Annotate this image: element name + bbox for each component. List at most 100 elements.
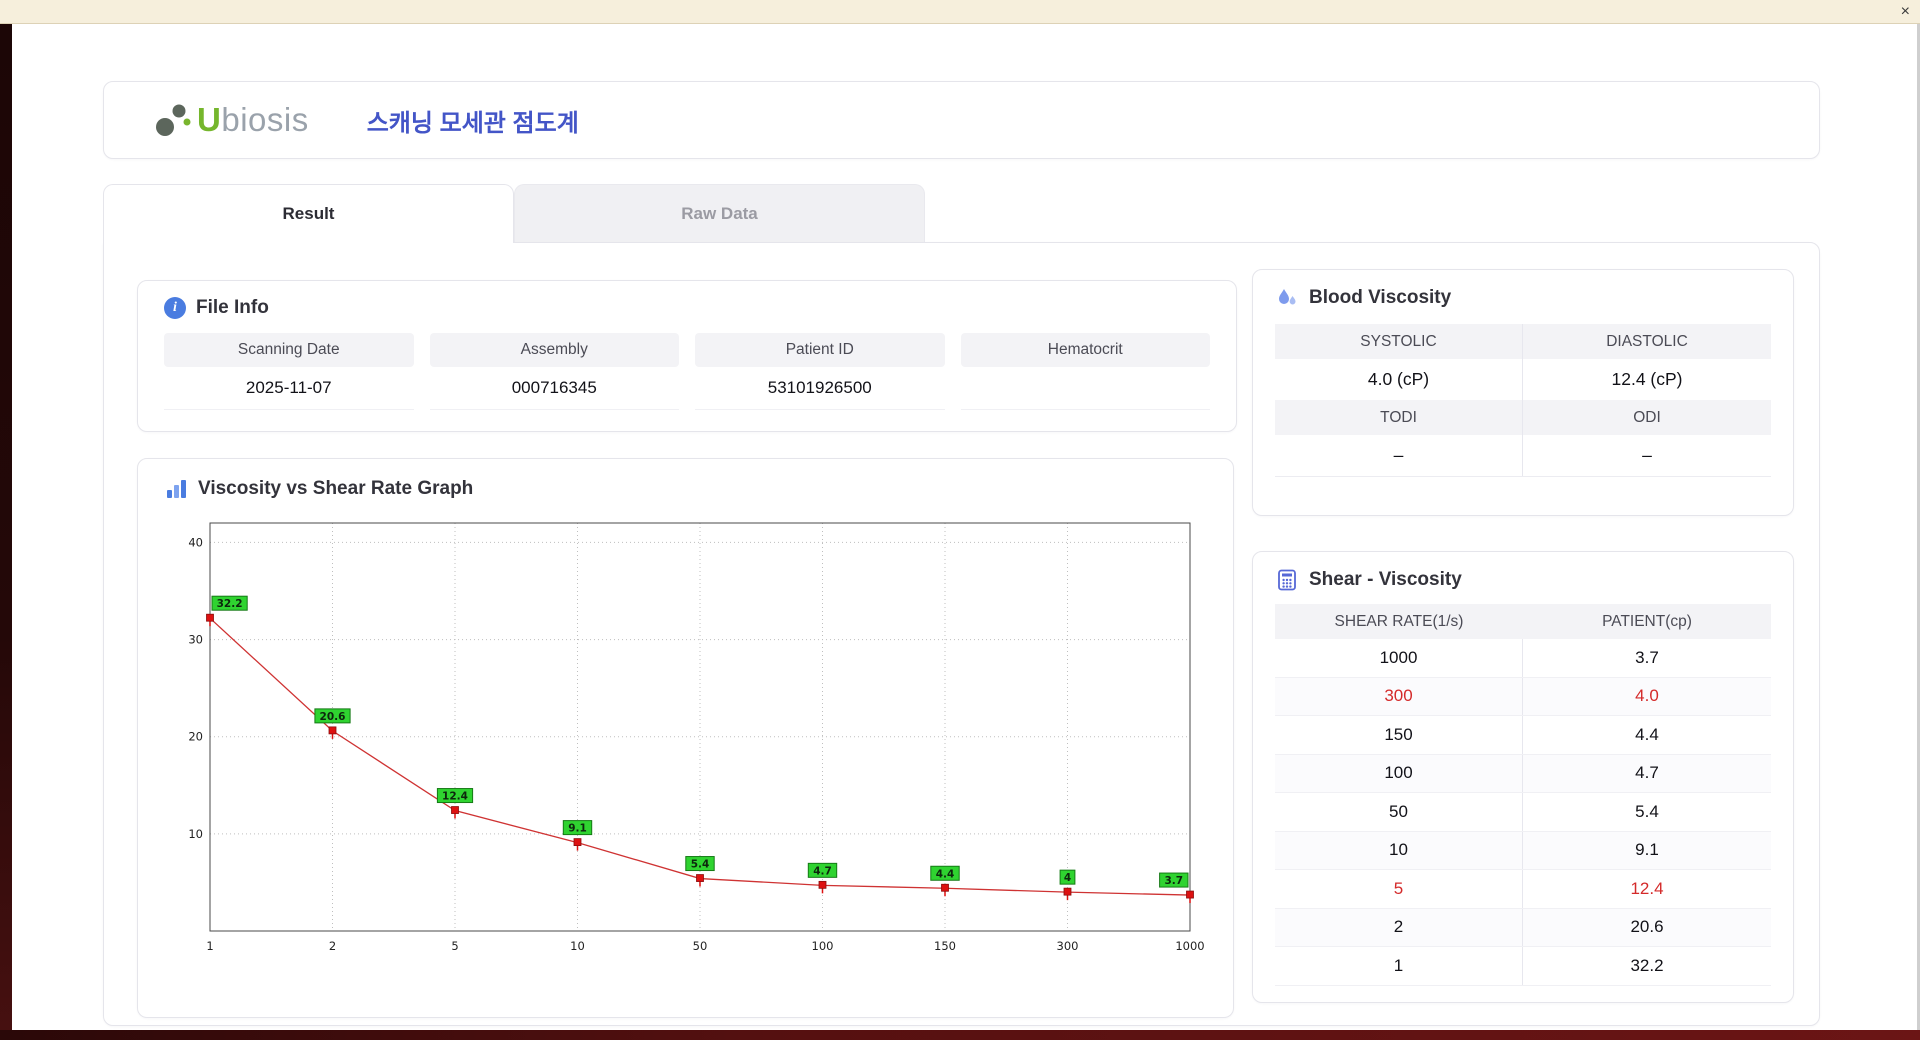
blood-viscosity-label: TODI <box>1275 400 1523 435</box>
app-logo: Ubiosis <box>152 100 309 140</box>
bar-chart-icon <box>167 480 186 498</box>
app-header: Ubiosis 스캐닝 모세관 점도계 <box>103 81 1820 159</box>
blood-viscosity-title-row: Blood Viscosity <box>1275 286 1771 310</box>
patient-viscosity-cell: 4.4 <box>1635 724 1659 744</box>
field-label: Patient ID <box>695 333 945 367</box>
table-row: 10 9.1 <box>1275 831 1771 870</box>
svg-text:32.2: 32.2 <box>217 598 243 610</box>
svg-text:2: 2 <box>329 939 336 953</box>
patient-viscosity-cell: 4.0 <box>1635 686 1659 706</box>
field-label: Assembly <box>429 333 679 367</box>
field-value: 2025-11-07 <box>245 378 332 397</box>
svg-text:3.7: 3.7 <box>1164 875 1183 887</box>
blood-viscosity-value: 4.0 (cP) <box>1275 359 1523 400</box>
shear-rate-cell: 5 <box>1275 870 1523 908</box>
svg-text:300: 300 <box>1057 939 1079 953</box>
shear-rate-cell: 10 <box>1275 831 1523 869</box>
shear-rate-cell: 300 <box>1275 677 1523 715</box>
patient-viscosity-cell: 9.1 <box>1635 840 1659 860</box>
blood-viscosity-value: – <box>1275 435 1523 476</box>
blood-viscosity-card: Blood Viscosity SYSTOLIC DIASTOLIC 4.0 (cP… <box>1252 269 1794 516</box>
svg-text:12.4: 12.4 <box>442 791 468 803</box>
file-info-field-assembly: Assembly 000716345 <box>429 333 679 410</box>
window-titlebar: × <box>0 0 1920 24</box>
svg-text:1: 1 <box>206 939 213 953</box>
table-row: 1000 3.7 <box>1275 639 1771 678</box>
svg-text:5.4: 5.4 <box>691 859 710 871</box>
patient-viscosity-cell: 3.7 <box>1635 647 1659 667</box>
svg-text:40: 40 <box>188 535 203 549</box>
info-icon: i <box>164 297 186 319</box>
page-title: 스캐닝 모세관 점도계 <box>366 109 579 137</box>
shear-viscosity-card: Shear - Viscosity SHEAR RATE(1/s) PATIENT… <box>1252 551 1794 1003</box>
shear-column-header: SHEAR RATE(1/s) <box>1334 612 1464 630</box>
close-button[interactable]: × <box>1901 2 1910 22</box>
table-row: 2 20.6 <box>1275 908 1771 947</box>
shear-rate-cell: 100 <box>1275 754 1523 792</box>
table-row: 150 4.4 <box>1275 716 1771 755</box>
field-value: 000716345 <box>511 378 597 397</box>
shear-rate-cell: 1 <box>1275 947 1523 985</box>
logo-letters-rest: biosis <box>221 101 309 138</box>
graph-title-row: Viscosity vs Shear Rate Graph <box>164 477 1207 501</box>
svg-text:4.7: 4.7 <box>813 865 832 877</box>
field-value: 53101926500 <box>767 378 872 397</box>
shear-rate-cell: 50 <box>1275 793 1523 831</box>
field-value <box>961 367 1211 409</box>
window-frame-bottom <box>0 1030 1920 1040</box>
patient-viscosity-cell: 20.6 <box>1630 917 1664 937</box>
shear-rate-cell: 2 <box>1275 908 1523 946</box>
blood-viscosity-grid: SYSTOLIC DIASTOLIC 4.0 (cP) 12.4 (cP) TODI OD… <box>1275 324 1771 477</box>
shear-viscosity-title: Shear - Viscosity <box>1309 569 1462 590</box>
shear-rate-cell: 150 <box>1275 716 1523 754</box>
svg-text:50: 50 <box>693 939 708 953</box>
table-row: 100 4.7 <box>1275 754 1771 793</box>
file-info-field-scanning-date: Scanning Date 2025-11-07 <box>164 333 414 410</box>
blood-viscosity-value: – <box>1642 445 1652 465</box>
file-info-card: i File Info Scanning Date 2025-11-07 Assem… <box>137 280 1237 432</box>
graph-title: Viscosity vs Shear Rate Graph <box>198 478 474 499</box>
field-label: Hematocrit <box>960 333 1210 367</box>
patient-viscosity-cell: 5.4 <box>1635 801 1659 821</box>
blood-viscosity-label: ODI <box>1523 400 1771 435</box>
content-panel: i File Info Scanning Date 2025-11-07 Assem… <box>103 242 1820 1026</box>
blood-viscosity-label: SYSTOLIC <box>1275 324 1523 359</box>
table-row: 50 5.4 <box>1275 793 1771 832</box>
svg-text:100: 100 <box>812 939 834 953</box>
svg-text:1000: 1000 <box>1175 939 1204 953</box>
svg-text:9.1: 9.1 <box>568 823 587 835</box>
tab-result[interactable]: Result <box>103 184 514 243</box>
svg-text:5: 5 <box>451 939 458 953</box>
tabs: Result Raw Data <box>103 184 925 243</box>
file-info-title-row: i File Info <box>164 297 1210 319</box>
svg-text:10: 10 <box>188 827 203 841</box>
tab-raw-data[interactable]: Raw Data <box>514 184 925 242</box>
chart-mount: 10 20 30 40 32.2 1 20.6 2 12.4 5 9.1 10 5.4 50 4.7 100 4… <box>166 511 1207 968</box>
file-info-fields: Scanning Date 2025-11-07 Assembly 000716345… <box>164 333 1210 410</box>
shear-table-head: SHEAR RATE(1/s) PATIENT(cp) <box>1275 604 1771 639</box>
svg-text:4: 4 <box>1064 872 1071 884</box>
logo-leaf-icon <box>156 104 191 136</box>
patient-viscosity-cell: 32.2 <box>1630 955 1664 975</box>
file-info-title: File Info <box>196 297 269 318</box>
svg-text:20: 20 <box>188 730 203 744</box>
window-frame-left <box>0 24 12 1040</box>
blood-viscosity-value: 12.4 (cP) <box>1611 369 1683 389</box>
shear-title-row: Shear - Viscosity <box>1275 568 1771 592</box>
svg-text:150: 150 <box>934 939 956 953</box>
file-info-field-patient-id: Patient ID 53101926500 <box>695 333 945 410</box>
file-info-field-hematocrit: Hematocrit <box>960 333 1211 410</box>
logo-letter-u: U <box>197 101 222 138</box>
svg-text:10: 10 <box>570 939 585 953</box>
shear-rate-cell: 1000 <box>1275 639 1523 677</box>
field-label: Scanning Date <box>164 333 414 367</box>
viscosity-chart: 10 20 30 40 32.2 1 20.6 2 12.4 5 9.1 10 5.4 50 4.7 100 4… <box>188 522 1205 953</box>
blood-drop-icon <box>1279 289 1296 305</box>
logo-text: Ubiosis <box>197 101 309 139</box>
svg-text:20.6: 20.6 <box>320 711 346 723</box>
calculator-icon <box>1278 569 1296 591</box>
table-row: 5 12.4 <box>1275 870 1771 909</box>
patient-viscosity-cell: 4.7 <box>1635 763 1659 783</box>
table-row: 300 4.0 <box>1275 677 1771 716</box>
blood-viscosity-label: DIASTOLIC <box>1523 324 1771 359</box>
